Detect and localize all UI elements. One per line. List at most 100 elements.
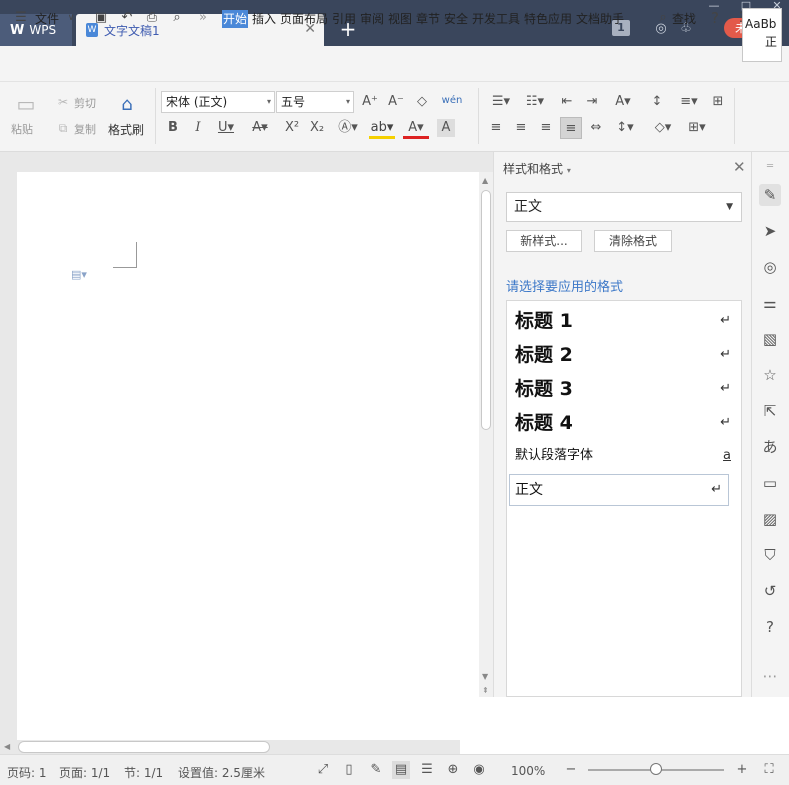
search-icon[interactable]: ⌕ xyxy=(654,9,672,27)
star-icon[interactable]: ☆ xyxy=(759,364,781,386)
strikethrough-icon[interactable]: A▾ xyxy=(248,119,272,137)
tab-security[interactable]: 安全 xyxy=(443,10,469,28)
section-status[interactable]: 节: 1/1 xyxy=(124,764,163,781)
share-icon[interactable]: ⇱ xyxy=(759,400,781,422)
tab-developer-tools[interactable]: 开发工具 xyxy=(471,10,521,28)
text-effect-icon[interactable]: Ⓐ▾ xyxy=(335,119,361,137)
sort-icon[interactable]: ↕ xyxy=(648,93,666,111)
horizontal-scroll-thumb[interactable] xyxy=(18,741,270,753)
justify-icon[interactable]: ≡ xyxy=(560,117,582,139)
clear-format-button[interactable]: 清除格式 xyxy=(594,230,672,252)
tab-page-layout[interactable]: 页面布局 xyxy=(279,10,329,28)
adjust-sliders-icon[interactable]: ⚌ xyxy=(759,292,781,314)
font-name-select[interactable]: 宋体 (正文) ▾ xyxy=(161,91,275,113)
scroll-down-icon[interactable]: ▼ xyxy=(482,672,488,681)
eraser-icon[interactable]: ◇ xyxy=(413,93,431,111)
paragraph-options-icon[interactable]: ▤▾ xyxy=(71,268,87,281)
text-direction-icon[interactable]: A▾ xyxy=(609,93,637,111)
distributed-align-icon[interactable]: ⇔ xyxy=(587,119,605,137)
style-item-body-text[interactable]: 正文 ↵ xyxy=(509,474,729,506)
align-center-icon[interactable]: ≡ xyxy=(512,119,530,137)
tab-review[interactable]: 审阅 xyxy=(359,10,385,28)
copy-button[interactable]: 复制 xyxy=(74,121,96,137)
paste-icon[interactable]: ▭ xyxy=(15,92,37,116)
save-icon[interactable]: ▣ xyxy=(92,9,110,27)
fit-page-icon[interactable]: ⛶ xyxy=(760,761,778,779)
table-icon[interactable]: ⊞ xyxy=(709,93,727,111)
subscript-icon[interactable]: X₂ xyxy=(307,119,327,137)
zoom-in-icon[interactable]: + xyxy=(733,761,751,779)
align-right-icon[interactable]: ≡ xyxy=(537,119,555,137)
panel-title[interactable]: 样式和格式 ▾ xyxy=(503,160,571,177)
scroll-left-icon[interactable]: ◀ xyxy=(4,742,10,751)
new-style-button[interactable]: 新样式... xyxy=(506,230,582,252)
document-page[interactable]: ▤▾ xyxy=(17,172,479,752)
archive-icon[interactable]: ▭ xyxy=(759,472,781,494)
print-preview-icon[interactable]: ⌕ xyxy=(168,9,186,27)
style-item-default-paragraph-font[interactable]: 默认段落字体 a xyxy=(515,444,731,468)
find-button[interactable]: 查找 xyxy=(671,10,697,28)
font-size-select[interactable]: 五号 ▾ xyxy=(276,91,354,113)
picture-icon[interactable]: ▨ xyxy=(759,508,781,530)
numbered-list-icon[interactable]: ☷▾ xyxy=(521,93,549,111)
bold-icon[interactable]: B xyxy=(165,119,181,137)
phonetic-guide-icon[interactable]: wén xyxy=(440,92,464,110)
cut-button[interactable]: 剪切 xyxy=(74,95,96,111)
format-painter-button[interactable]: 格式刷 xyxy=(108,121,144,138)
bullet-list-icon[interactable]: ☰▾ xyxy=(487,93,515,111)
undo-icon[interactable]: ↶ xyxy=(118,9,136,27)
web-view-icon[interactable]: ⊕ xyxy=(444,761,462,779)
decrease-indent-icon[interactable]: ⇤ xyxy=(558,93,576,111)
style-item-heading-3[interactable]: 标题 3 ↵ xyxy=(515,374,731,404)
shield-icon[interactable]: ⛉ xyxy=(759,544,781,566)
tab-doc-assistant[interactable]: 文档助手 xyxy=(575,10,625,28)
paste-button[interactable]: 粘贴 xyxy=(11,121,33,137)
zoom-out-icon[interactable]: − xyxy=(562,761,580,779)
page-number-status[interactable]: 页码: 1 xyxy=(7,764,47,781)
reading-mode-icon[interactable]: ▯ xyxy=(340,761,358,779)
borders-icon[interactable]: ⊞▾ xyxy=(683,119,711,137)
scissors-icon[interactable]: ✂ xyxy=(55,93,71,111)
zoom-level[interactable]: 100% xyxy=(511,764,545,778)
fullscreen-icon[interactable]: ⤢ xyxy=(314,761,332,779)
align-left-icon[interactable]: ≡ xyxy=(487,119,505,137)
underline-icon[interactable]: U▾ xyxy=(214,119,238,137)
select-cursor-icon[interactable]: ➤ xyxy=(759,220,781,242)
character-shading-icon[interactable]: A xyxy=(437,119,455,137)
line-spacing-options-icon[interactable]: ≡▾ xyxy=(675,93,703,111)
copy-icon[interactable]: ⧉ xyxy=(55,119,71,137)
more-icon[interactable]: ⋯ xyxy=(759,665,781,687)
line-spacing-icon[interactable]: ↕▾ xyxy=(611,119,639,137)
tab-start[interactable]: 开始 xyxy=(222,10,249,28)
style-item-heading-4[interactable]: 标题 4 ↵ xyxy=(515,408,731,438)
highlight-icon[interactable]: ab▾ xyxy=(369,119,395,139)
file-menu[interactable]: 文件 xyxy=(34,10,60,28)
grow-font-icon[interactable]: A⁺ xyxy=(361,93,379,111)
tab-view[interactable]: 视图 xyxy=(387,10,413,28)
outline-view-icon[interactable]: ☰ xyxy=(418,761,436,779)
previous-page-icon[interactable]: ⇞ xyxy=(482,686,489,695)
pages-status[interactable]: 页面: 1/1 xyxy=(59,764,110,781)
setting-value-status[interactable]: 设置值: 2.5厘米 xyxy=(178,764,265,781)
tab-chapter[interactable]: 章节 xyxy=(415,10,441,28)
close-icon[interactable]: ✕ xyxy=(733,158,746,176)
styles-pen-icon[interactable]: ✎ xyxy=(759,184,781,206)
tab-special-apps[interactable]: 特色应用 xyxy=(523,10,573,28)
chevron-down-icon[interactable]: ∨ xyxy=(62,9,80,27)
print-icon[interactable]: ⎙ xyxy=(143,9,161,27)
scroll-up-icon[interactable]: ▲ xyxy=(482,176,488,185)
increase-indent-icon[interactable]: ⇥ xyxy=(583,93,601,111)
help-circle-icon[interactable]: ? xyxy=(759,616,781,638)
tab-insert[interactable]: 插入 xyxy=(251,10,277,28)
history-icon[interactable]: ↺ xyxy=(759,580,781,602)
hamburger-menu-icon[interactable]: ☰ xyxy=(12,9,30,27)
style-item-heading-1[interactable]: 标题 1 ↵ xyxy=(515,306,731,336)
shrink-font-icon[interactable]: A⁻ xyxy=(387,93,405,111)
page-view-icon[interactable]: ▤ xyxy=(392,761,410,779)
shading-fill-icon[interactable]: ◇▾ xyxy=(649,119,677,137)
current-style-select[interactable]: 正文 ▼ xyxy=(506,192,742,222)
zoom-slider-thumb[interactable] xyxy=(650,763,662,775)
translate-icon[interactable]: あ xyxy=(759,436,781,458)
shapes-icon[interactable]: ◎ xyxy=(759,256,781,278)
italic-icon[interactable]: I xyxy=(190,119,206,137)
